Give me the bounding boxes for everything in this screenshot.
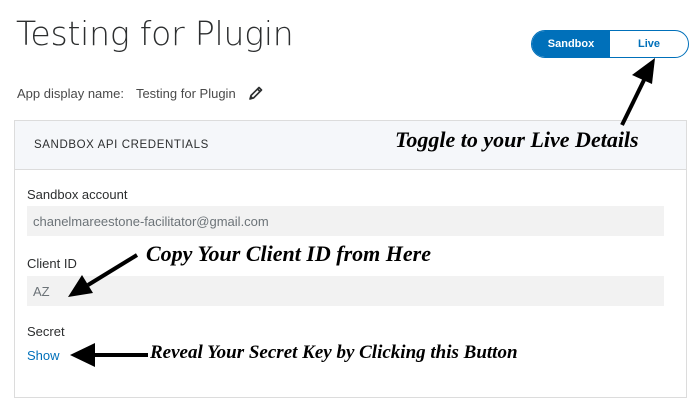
arrow-to-client-id (68, 253, 139, 297)
annotation-arrows (68, 58, 655, 367)
arrow-to-show-button (70, 343, 148, 367)
arrow-to-live-toggle (620, 58, 655, 126)
